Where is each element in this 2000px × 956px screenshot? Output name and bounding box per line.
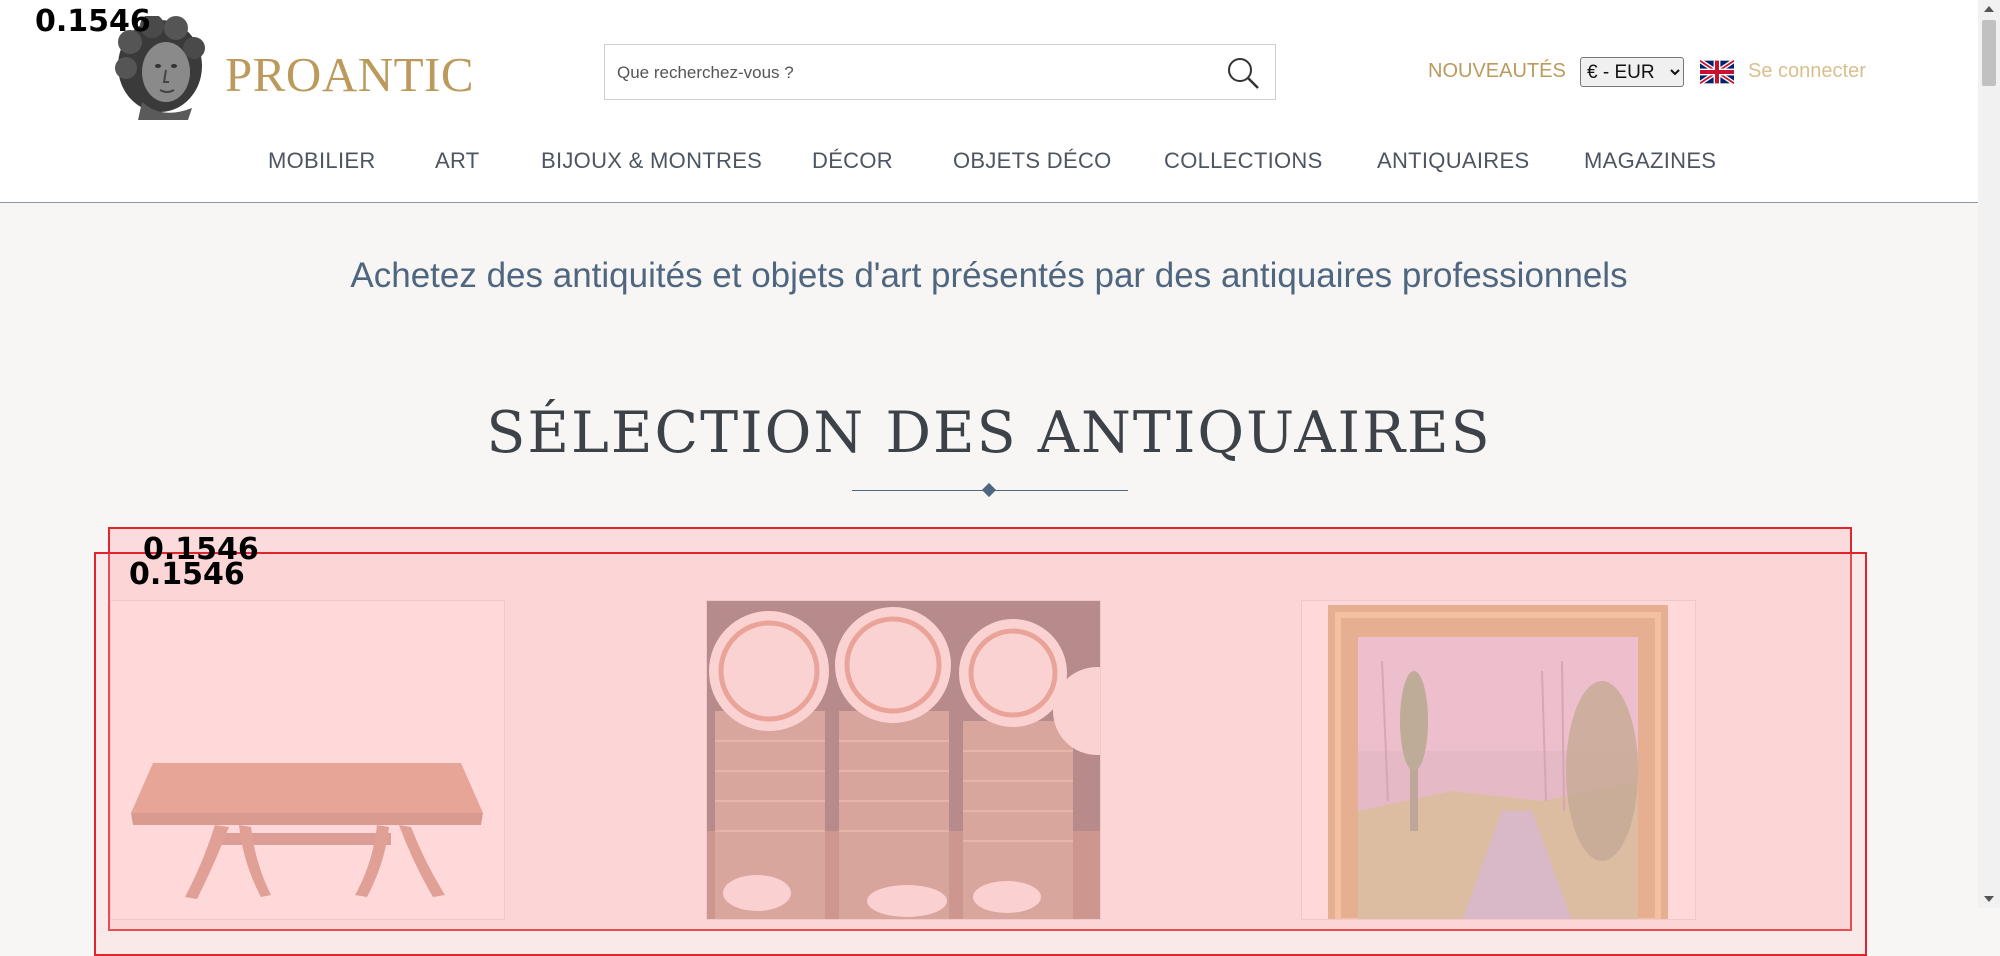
- page-tagline: Achetez des antiquités et objets d'art p…: [350, 256, 1628, 295]
- logo-text[interactable]: PROANTIC: [225, 46, 474, 103]
- nav-item-magazines[interactable]: MAGAZINES: [1584, 148, 1716, 174]
- search-bar: [604, 44, 1276, 100]
- uk-flag-icon[interactable]: [1698, 58, 1736, 86]
- search-input[interactable]: [615, 55, 1199, 91]
- currency-select[interactable]: € - EUR: [1580, 57, 1684, 87]
- site-header: PROANTIC NOUVEAUTÉS € - EUR Se connecter…: [0, 0, 1978, 203]
- overlay-score: 0.1546: [129, 557, 245, 592]
- nav-item-bijoux-montres[interactable]: BIJOUX & MONTRES: [541, 148, 762, 174]
- scroll-down-icon[interactable]: [1984, 896, 1994, 902]
- nav-item-mobilier[interactable]: MOBILIER: [268, 148, 376, 174]
- scroll-thumb[interactable]: [1982, 20, 1996, 86]
- title-divider: [852, 482, 1128, 498]
- main-nav: MOBILIER ART BIJOUX & MONTRES DÉCOR OBJE…: [0, 148, 1978, 180]
- nav-item-objets-deco[interactable]: OBJETS DÉCO: [953, 148, 1112, 174]
- nav-item-collections[interactable]: COLLECTIONS: [1164, 148, 1323, 174]
- login-link[interactable]: Se connecter: [1748, 60, 1866, 83]
- divider-diamond-icon: [981, 482, 997, 498]
- section-title: SÉLECTION DES ANTIQUAIRES: [486, 400, 1492, 466]
- nav-item-art[interactable]: ART: [435, 148, 480, 174]
- page-scrollbar[interactable]: [1978, 0, 2000, 908]
- nouveautes-link[interactable]: NOUVEAUTÉS: [1428, 60, 1566, 83]
- overlay-box: [94, 552, 1867, 956]
- overlay-score: 0.1546: [35, 4, 151, 39]
- scroll-up-icon[interactable]: [1984, 6, 1994, 12]
- nav-item-decor[interactable]: DÉCOR: [812, 148, 893, 174]
- search-icon[interactable]: [1225, 55, 1261, 91]
- nav-item-antiquaires[interactable]: ANTIQUAIRES: [1377, 148, 1529, 174]
